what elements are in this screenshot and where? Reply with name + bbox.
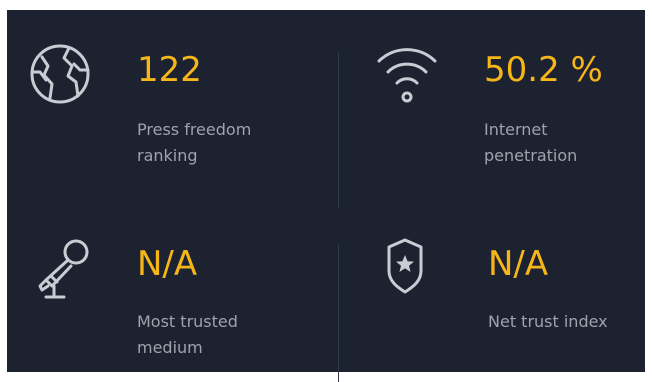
stat-label: ranking	[137, 146, 198, 165]
stat-label: Net trust index	[488, 312, 608, 331]
stat-label: penetration	[484, 146, 578, 165]
column-divider	[338, 52, 339, 208]
stat-label: Internet	[484, 120, 548, 139]
stat-label: Most trusted	[137, 312, 238, 331]
stat-label: Press freedom	[137, 120, 252, 139]
stat-label: medium	[137, 338, 203, 357]
shield-star-icon	[385, 237, 425, 295]
globe-icon	[28, 42, 92, 106]
stat-value: N/A	[137, 244, 198, 284]
wifi-icon	[375, 43, 439, 107]
media-stats-panel: 122 Press freedom ranking 50.2 % Interne…	[7, 10, 645, 382]
microphone-icon	[32, 236, 92, 300]
stat-value: 50.2 %	[484, 50, 603, 90]
stat-value: N/A	[488, 244, 549, 284]
column-divider	[338, 244, 339, 382]
stat-value: 122	[137, 50, 202, 90]
